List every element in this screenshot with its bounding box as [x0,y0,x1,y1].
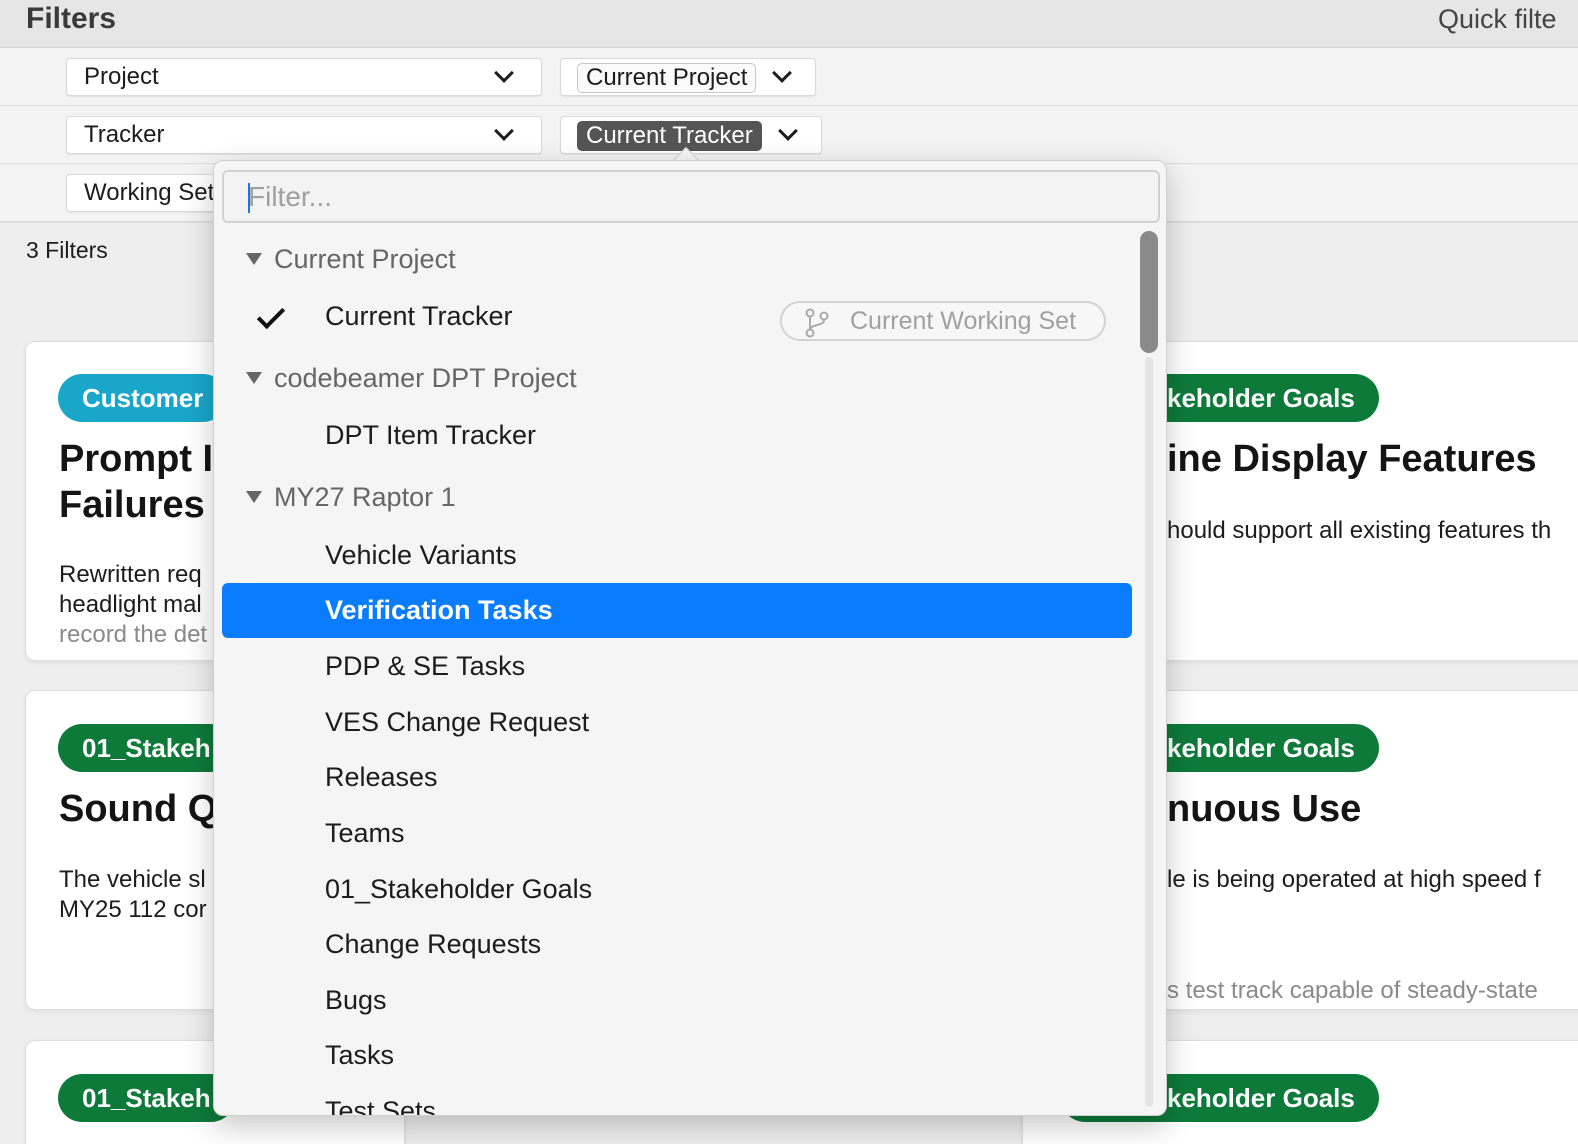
list-item[interactable]: VES Change Request [222,695,1132,750]
item-label: Teams [325,818,405,848]
text-cursor [248,183,250,213]
card-description-line: Rewritten req [59,561,202,588]
item-label: PDP & SE Tasks [325,651,526,681]
item-label: Verification Tasks [325,595,553,625]
filter-count: 3 Filters [26,237,108,263]
list-item[interactable]: Vehicle Variants [222,528,1132,583]
group-header[interactable]: codebeamer DPT Project [214,350,1134,406]
chevron-down-icon [494,63,514,83]
scrollbar[interactable] [1138,231,1160,1111]
item-label: Current Tracker [325,301,513,331]
card-description-line: The vehicle sl [59,866,206,893]
group-header[interactable]: MY27 Raptor 1 [214,469,1134,525]
filter-field-label: Working Set [84,179,215,206]
category-badge: Customer [58,374,228,422]
filter-field-select[interactable]: Project [66,58,542,96]
chevron-down-icon [772,63,792,83]
filter-value-select[interactable]: Current Tracker [560,116,822,154]
filter-row-project: Project Current Project [0,48,1578,106]
category-badge: 01_Stakeh [58,1074,235,1122]
triangle-down-icon [246,253,262,265]
chevron-down-icon [494,121,514,141]
branch-icon [805,308,829,338]
item-label: DPT Item Tracker [325,420,537,450]
chevron-down-icon [778,121,798,141]
list-item[interactable]: Bugs [222,973,1132,1028]
list-item[interactable]: PDP & SE Tasks [222,639,1132,694]
filter-value-select[interactable]: Current Project [560,58,816,96]
filter-row-tracker: Tracker Current Tracker [0,106,1578,164]
card-description-line: record the det [59,621,208,648]
item-label: Change Requests [325,929,542,959]
card-title-line: Failures [59,484,205,526]
card-title-line: ine Display Features [1167,438,1537,480]
working-set-chip[interactable]: Current Working Set [780,301,1106,341]
item-label: VES Change Request [325,707,590,737]
item-label: Test Sets [325,1096,437,1116]
list-item[interactable]: Test Sets [222,1084,1132,1116]
category-badge: 01_Stakeh [58,724,235,772]
list-item[interactable]: DPT Item Tracker [222,408,1132,463]
filters-title: Filters [26,2,117,35]
item-label: Vehicle Variants [325,540,517,570]
list-item-current-tracker[interactable]: Current Tracker Current Working Set [222,289,1132,344]
group-header[interactable]: Current Project [214,231,1134,287]
list-item[interactable]: 01_Stakeholder Goals [222,862,1132,917]
group-label: codebeamer DPT Project [274,363,577,393]
item-label: 01_Stakeholder Goals [325,874,593,904]
card-description-line: hould support all existing features th [1167,517,1552,544]
card-title-line: Sound Q [59,788,218,830]
item-label: Tasks [325,1040,395,1070]
card-description-line: s test track capable of steady-state [1167,977,1538,1004]
filters-header: Filters Quick filte [0,0,1578,48]
triangle-down-icon [246,372,262,384]
tracker-dropdown: Current Project Current Tracker Current … [213,160,1167,1116]
scroll-track [1145,357,1153,1107]
card-title-line: nuous Use [1167,788,1362,830]
filter-search-input[interactable] [222,170,1160,223]
card-title-line: Prompt I [59,438,214,480]
card-description-line: headlight mal [59,591,202,618]
list-item[interactable]: Change Requests [222,917,1132,972]
group-label: MY27 Raptor 1 [274,482,456,512]
list-item[interactable]: Releases [222,750,1132,805]
card-description-line: MY25 112 cor [59,896,207,923]
filter-field-label: Project [84,63,159,90]
filter-value-chip: Current Project [577,63,757,93]
filter-field-select[interactable]: Tracker [66,116,542,154]
quick-filter-link[interactable]: Quick filte [1438,4,1578,35]
item-label: Releases [325,762,438,792]
group-label: Current Project [274,244,456,274]
filter-field-label: Tracker [84,121,165,148]
scroll-thumb[interactable] [1140,231,1158,353]
item-label: Bugs [325,985,387,1015]
tracker-list: Current Project Current Tracker Current … [214,231,1144,1116]
checkmark-icon [256,300,286,330]
filter-value-chip: Current Tracker [577,121,762,151]
working-set-label: Current Working Set [850,307,1077,335]
list-item[interactable]: Teams [222,806,1132,861]
list-item-selected[interactable]: Verification Tasks [222,583,1132,638]
list-item[interactable]: Tasks [222,1028,1132,1083]
triangle-down-icon [246,491,262,503]
card-description-line: le is being operated at high speed f [1167,866,1541,893]
